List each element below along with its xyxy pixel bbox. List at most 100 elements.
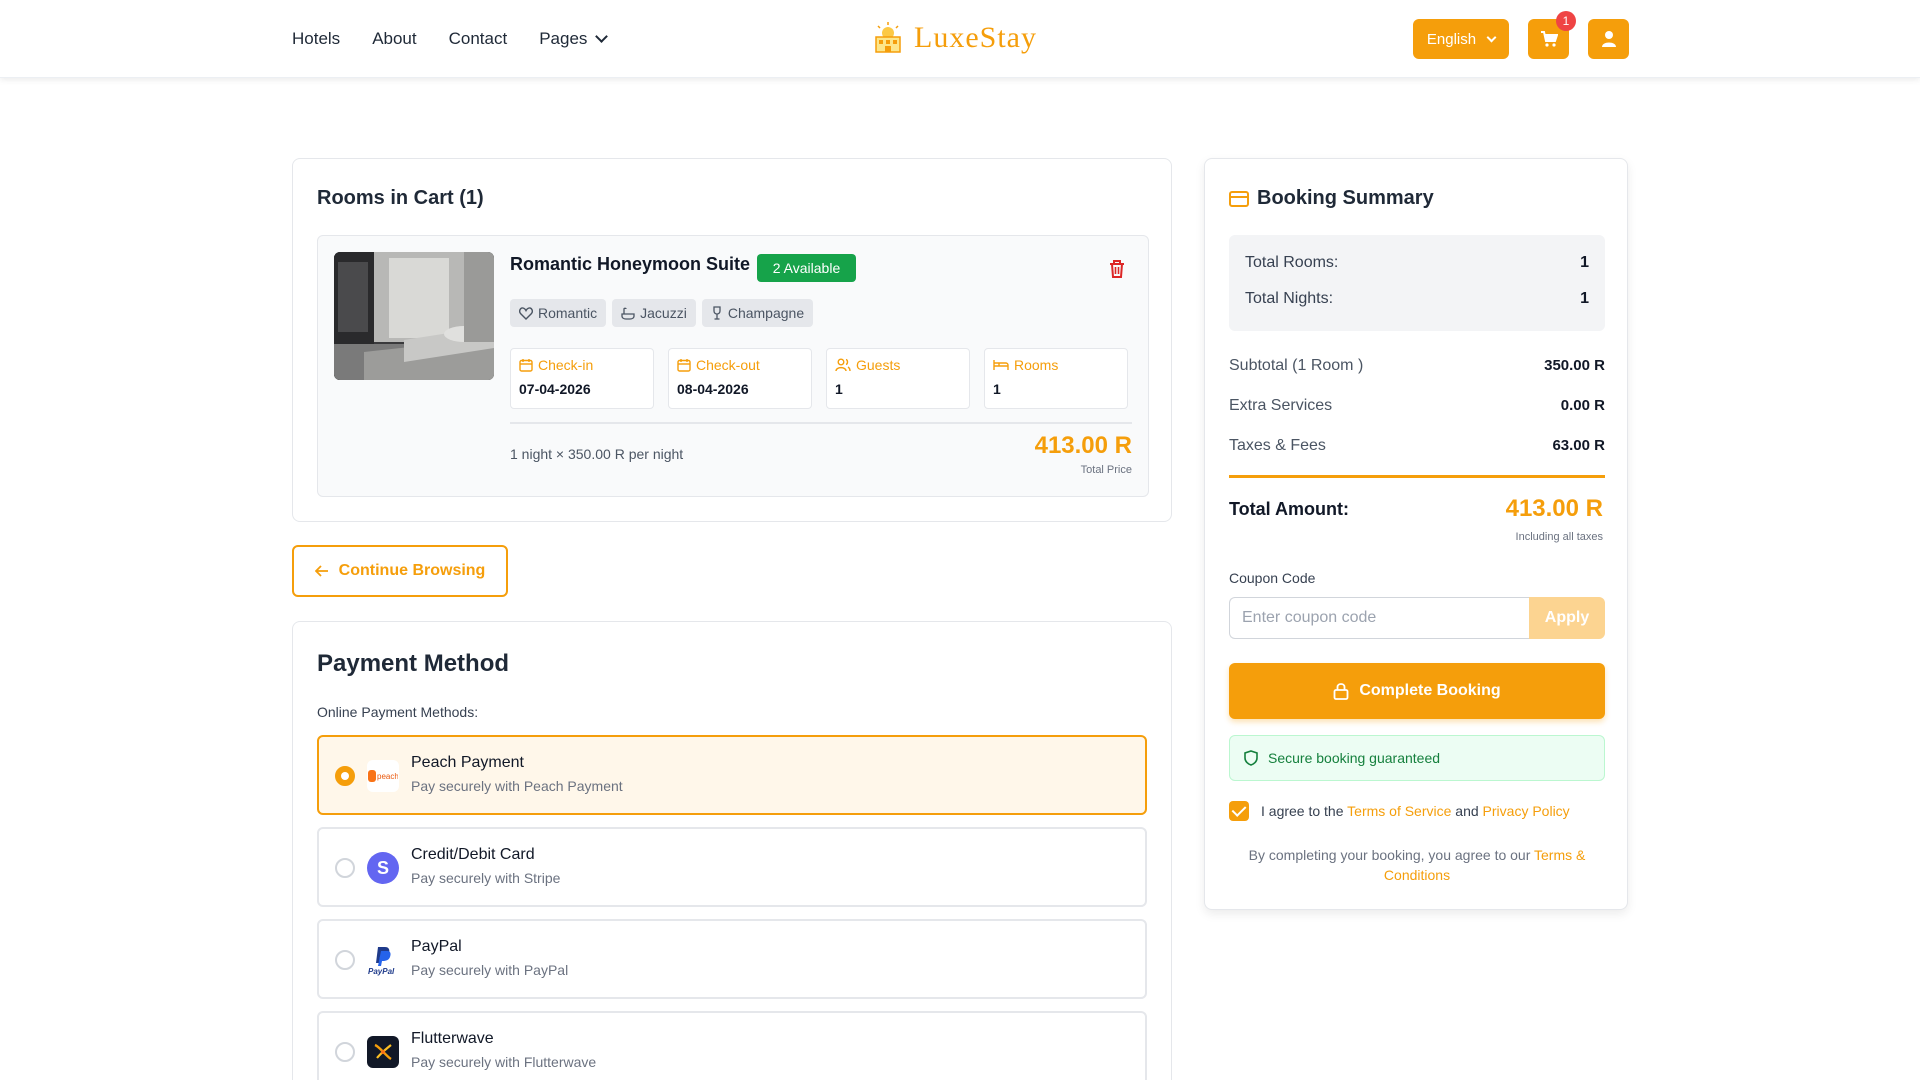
room-tag: Romantic (510, 299, 607, 327)
payment-title: Payment Method (317, 650, 510, 677)
radio-card[interactable] (335, 858, 355, 878)
site-logo[interactable]: LuxeStay (870, 18, 1037, 58)
total-rooms-label: Total Rooms: (1245, 254, 1339, 271)
language-dropdown[interactable]: English (1413, 19, 1509, 59)
summary-divider (1229, 475, 1605, 478)
svg-text:peach: peach (377, 772, 398, 781)
user-account-button[interactable] (1588, 19, 1629, 59)
checkout-label: Check-out (696, 357, 760, 373)
availability-badge: 2 Available (757, 254, 856, 282)
footnote-text: By completing your booking, you agree to… (1248, 847, 1531, 863)
nav-link-about[interactable]: About (372, 29, 416, 49)
guests-label: Guests (856, 357, 901, 373)
payment-option-card[interactable]: S Credit/Debit Card Pay securely with St… (317, 827, 1147, 907)
arrow-left-icon (314, 565, 328, 577)
calendar-icon (519, 359, 533, 372)
payment-desc: Pay securely with Stripe (411, 870, 561, 886)
continue-browsing-button[interactable]: Continue Browsing (292, 545, 508, 597)
bedroom-photo (334, 252, 494, 380)
agree-and: and (1455, 803, 1479, 819)
total-rooms-row: Total Rooms: 1 (1245, 254, 1589, 272)
extras-label: Extra Services (1229, 397, 1333, 414)
lock-icon (1333, 683, 1349, 700)
total-amount-label: Total Amount: (1229, 499, 1349, 519)
payment-desc: Pay securely with PayPal (411, 962, 569, 978)
nav-link-contact[interactable]: Contact (449, 29, 508, 49)
terms-agreement: I agree to the Terms of Service and Priv… (1229, 801, 1570, 821)
radio-flutterwave[interactable] (335, 1042, 355, 1062)
agree-prefix: I agree to the (1261, 803, 1344, 819)
svg-text:PayPal: PayPal (368, 967, 395, 976)
nav-link-hotels[interactable]: Hotels (292, 29, 340, 49)
complete-booking-button[interactable]: Complete Booking (1229, 663, 1605, 719)
payment-option-peach[interactable]: peach Peach Payment Pay securely with Pe… (317, 735, 1147, 815)
rooms-count: 1 (993, 381, 1001, 397)
payment-name: Peach Payment (411, 754, 524, 771)
radio-paypal[interactable] (335, 950, 355, 970)
terms-text: I agree to the Terms of Service and Priv… (1261, 803, 1570, 819)
booking-summary-card: Booking Summary Total Rooms: 1 Total Nig… (1204, 158, 1628, 910)
nav-link-pages-label: Pages (539, 29, 588, 48)
taxes-row: Taxes & Fees 63.00 R (1229, 437, 1605, 455)
room-tags: Romantic Jacuzzi Champagne (510, 299, 814, 327)
subtotal-value: 350.00 R (1544, 357, 1605, 374)
summary-counts: Total Rooms: 1 Total Nights: 1 (1229, 235, 1605, 331)
payment-desc: Pay securely with Peach Payment (411, 778, 623, 794)
room-tag-label: Champagne (727, 305, 805, 321)
radio-peach[interactable] (335, 766, 355, 786)
language-label: English (1426, 30, 1477, 48)
continue-browsing-label: Continue Browsing (338, 562, 486, 579)
guests-count: 1 (835, 381, 843, 397)
cart-card: Rooms in Cart (1) Romantic Honeymoon Sui… (292, 158, 1172, 522)
total-nights-row: Total Nights: 1 (1245, 290, 1589, 308)
credit-card-icon (1229, 191, 1249, 207)
chevron-down-icon (595, 30, 609, 43)
booking-footnote: By completing your booking, you agree to… (1229, 845, 1605, 885)
payment-subtitle: Online Payment Methods: (317, 704, 479, 720)
heart-icon (519, 306, 533, 320)
total-rooms-value: 1 (1580, 254, 1589, 271)
cart-room-item: Romantic Honeymoon Suite 2 Available Rom… (317, 235, 1149, 497)
checkout-date: 08-04-2026 (677, 381, 749, 397)
cart-icon (1540, 31, 1558, 47)
rooms-label: Rooms (1014, 357, 1059, 373)
shield-icon (1244, 750, 1258, 766)
privacy-policy-link[interactable]: Privacy Policy (1483, 803, 1570, 819)
total-note: Including all taxes (1515, 531, 1603, 543)
rooms-box: Rooms 1 (984, 348, 1128, 409)
paypal-logo-icon: PayPal (367, 944, 399, 976)
room-tag: Champagne (701, 299, 814, 327)
bath-icon (621, 307, 635, 320)
price-per-night: 1 night × 350.00 R per night (510, 446, 684, 462)
checkin-date: 07-04-2026 (519, 381, 591, 397)
apply-coupon-button[interactable]: Apply (1529, 597, 1605, 639)
coupon-label: Coupon Code (1229, 570, 1316, 586)
total-amount-value: 413.00 R (1505, 495, 1603, 522)
room-image (334, 252, 494, 380)
room-divider (510, 422, 1132, 424)
payment-option-paypal[interactable]: PayPal PayPal Pay securely with PayPal (317, 919, 1147, 999)
room-name[interactable]: Romantic Honeymoon Suite (510, 254, 750, 275)
room-tag: Jacuzzi (612, 299, 696, 327)
flutterwave-logo-icon (367, 1036, 399, 1068)
summary-title: Booking Summary (1257, 187, 1434, 209)
coupon-input[interactable] (1229, 597, 1529, 639)
payment-desc: Pay securely with Flutterwave (411, 1054, 597, 1070)
payment-name: Credit/Debit Card (411, 846, 535, 863)
bed-icon (993, 360, 1009, 370)
terms-checkbox[interactable] (1229, 801, 1249, 821)
subtotal-row: Subtotal (1 Room ) 350.00 R (1229, 357, 1605, 375)
complete-booking-label: Complete Booking (1359, 682, 1501, 699)
cart-title: Rooms in Cart (1) (317, 187, 484, 209)
room-total-label: Total Price (1080, 464, 1132, 476)
nav-links: Hotels About Contact Pages (292, 0, 609, 78)
payment-option-flutterwave[interactable]: Flutterwave Pay securely with Flutterwav… (317, 1011, 1147, 1080)
cart-count-badge: 1 (1556, 11, 1576, 31)
room-tag-label: Jacuzzi (640, 305, 687, 321)
calendar-icon (677, 359, 691, 372)
taxes-value: 63.00 R (1552, 437, 1605, 454)
nav-link-pages[interactable]: Pages (539, 29, 609, 49)
terms-of-service-link[interactable]: Terms of Service (1347, 803, 1451, 819)
trash-icon[interactable] (1106, 258, 1128, 280)
user-icon (1601, 31, 1616, 47)
